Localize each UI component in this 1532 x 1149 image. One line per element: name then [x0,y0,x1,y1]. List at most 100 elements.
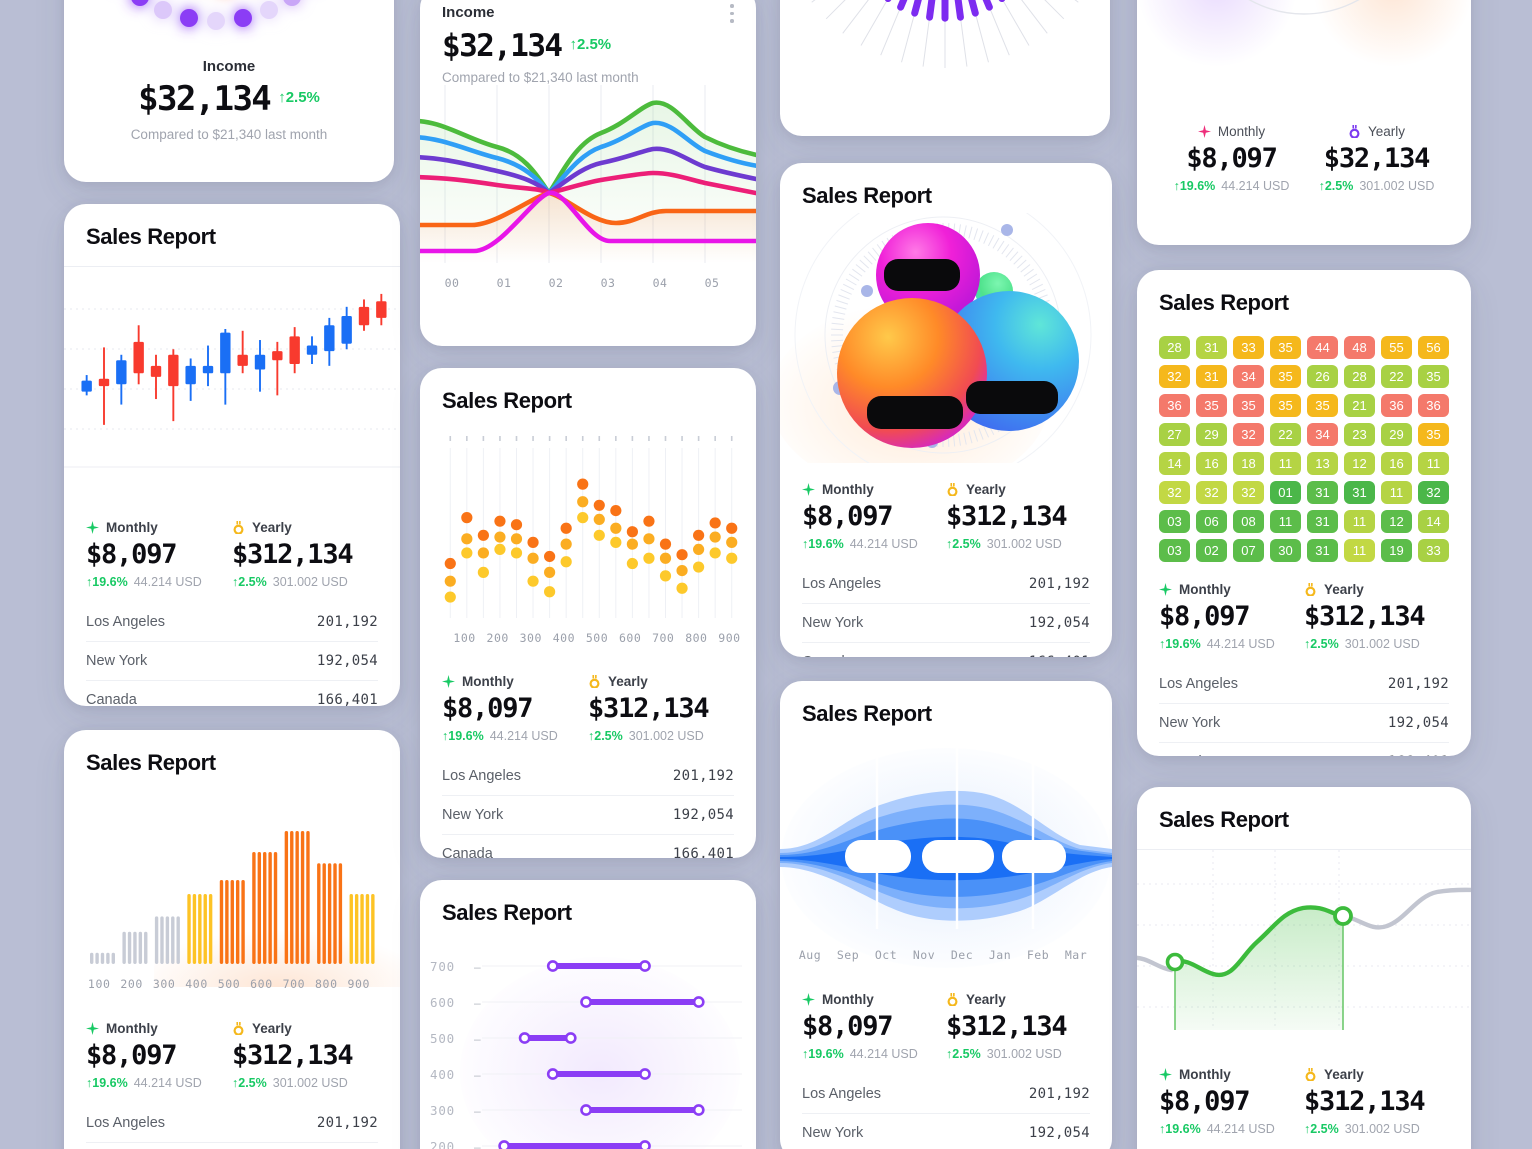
heatmap-cell[interactable]: 01 [1270,481,1301,504]
heatmap-cell[interactable]: 27 [1159,423,1190,446]
dumbbell-chart: 700–600–500–400–300–200–100– [420,942,756,1149]
heatmap-cell[interactable]: 06 [1196,510,1227,533]
heatmap-cell[interactable]: 12 [1381,510,1412,533]
stat-change: ↑2.5% [946,1047,981,1061]
heatmap-cell[interactable]: 19 [1381,539,1412,562]
x-tick: Dec [951,948,973,962]
heatmap-cell[interactable]: 31 [1196,365,1227,388]
heatmap-cell[interactable]: 02 [1196,539,1227,562]
heatmap-cell[interactable]: 03 [1159,510,1190,533]
heatmap-cell[interactable]: 11 [1270,510,1301,533]
heatmap-cell[interactable]: 12 [1344,452,1375,475]
card-income-lines: Income $32,134 ↑2.5% Compared to $21,340 … [420,0,756,346]
heatmap-cell[interactable]: 36 [1159,394,1190,417]
stat-label: Yearly [966,482,1006,497]
table-row: New York192,054 [442,795,734,834]
heatmap-cell[interactable]: 31 [1307,510,1338,533]
x-tick: 300 [520,631,542,645]
heatmap-cell[interactable]: 11 [1270,452,1301,475]
heatmap-cell[interactable]: 34 [1307,423,1338,446]
heatmap-cell[interactable]: 29 [1381,423,1412,446]
stats-block: Monthly $8,097 ↑19.6% 44.214 USD Yearly $… [780,468,1112,555]
medal-icon [1348,125,1361,139]
heatmap-cell[interactable]: 08 [1233,510,1264,533]
heatmap-cell[interactable]: 32 [1233,423,1264,446]
stat-change: ↑19.6% [86,575,128,589]
heatmap-cell[interactable]: 35 [1418,365,1449,388]
heatmap-cell[interactable]: 03 [1159,539,1190,562]
heatmap-cell[interactable]: 35 [1270,394,1301,417]
heatmap-cell[interactable]: 23 [1344,423,1375,446]
heatmap-cell[interactable]: 30 [1270,539,1301,562]
heatmap-cell[interactable]: 48 [1344,336,1375,359]
heatmap-cell[interactable]: 55 [1381,336,1412,359]
stat-sub: 301.002 USD [628,729,704,743]
table-row: New York192,054 [86,1142,378,1149]
heatmap-cell[interactable]: 16 [1196,452,1227,475]
heatmap-cell[interactable]: 31 [1307,539,1338,562]
heatmap-cell[interactable]: 35 [1307,394,1338,417]
stat-sub: 301.002 USD [986,537,1062,551]
heatmap-cell[interactable]: 33 [1233,336,1264,359]
gauge-stats-block: Monthly $8,097 ↑19.6% 44.214 USD Yearly $… [1137,122,1471,197]
card-sales-area: Sales Report Monthly $8,097 ↑19.6% 44.21… [1137,787,1471,1149]
heatmap-cell[interactable]: 35 [1270,336,1301,359]
bar-chart: 100 200 300 400 500 600 700 800 900 [64,792,400,1007]
heatmap-cell[interactable]: 35 [1233,394,1264,417]
stat-change: ↑2.5% [1318,179,1354,193]
income-label: Income [442,4,495,21]
heatmap-cell[interactable]: 22 [1381,365,1412,388]
heatmap-cell[interactable]: 33 [1418,539,1449,562]
stat-sub: 44.214 USD [133,1076,202,1090]
stat-sub: 44.214 USD [1206,1122,1275,1136]
heatmap-cell[interactable]: 56 [1418,336,1449,359]
heatmap-cell[interactable]: 14 [1159,452,1190,475]
heatmap-cell[interactable]: 32 [1418,481,1449,504]
stat-label: Monthly [1179,1067,1231,1082]
region-list: Los Angeles201,192 New York192,054 Canad… [780,1065,1112,1149]
heatmap-cell[interactable]: 14 [1418,510,1449,533]
stat-change: ↑2.5% [946,537,981,551]
heatmap-cell[interactable]: 35 [1196,394,1227,417]
heatmap-cell[interactable]: 32 [1159,481,1190,504]
heatmap-cell[interactable]: 32 [1159,365,1190,388]
stat-sub: 301.002 USD [1344,637,1420,651]
heatmap-cell[interactable]: 13 [1307,452,1338,475]
row-value: 201,192 [1028,576,1090,592]
burst-chart: 317 [780,0,1110,136]
heatmap-cell[interactable]: 36 [1418,394,1449,417]
heatmap-cell[interactable]: 31 [1344,481,1375,504]
table-row: Los Angeles 201,192 [802,1075,1090,1113]
heatmap-cell[interactable]: 35 [1270,365,1301,388]
heatmap-cell[interactable]: 21 [1344,394,1375,417]
heatmap-cell[interactable]: 32 [1196,481,1227,504]
heatmap-cell[interactable]: 31 [1307,481,1338,504]
heatmap-cell[interactable]: 11 [1344,539,1375,562]
x-tick: 500 [586,631,608,645]
heatmap-cell[interactable]: 31 [1196,336,1227,359]
x-tick: 05 [705,276,720,290]
heatmap-cell[interactable]: 07 [1233,539,1264,562]
table-row: New York192,054 [1159,703,1449,742]
heatmap-cell[interactable]: 29 [1196,423,1227,446]
stat-change: ↑2.5% [1304,637,1339,651]
card-radial-burst: 317 [780,0,1110,136]
kebab-menu-icon[interactable] [730,4,734,27]
heatmap-cell[interactable]: 11 [1418,452,1449,475]
heatmap-cell[interactable]: 44 [1307,336,1338,359]
heatmap-cell[interactable]: 28 [1159,336,1190,359]
heatmap-cell[interactable]: 36 [1381,394,1412,417]
stat-yearly: Yearly $312,134 ↑2.5% 301.002 USD [232,520,378,589]
heatmap-cell[interactable]: 16 [1381,452,1412,475]
heatmap-cell[interactable]: 18 [1233,452,1264,475]
heatmap-cell[interactable]: 34 [1233,365,1264,388]
heatmap-cell[interactable]: 11 [1381,481,1412,504]
heatmap-cell[interactable]: 28 [1344,365,1375,388]
heatmap-cell[interactable]: 26 [1307,365,1338,388]
heatmap-cell[interactable]: 32 [1233,481,1264,504]
heatmap-cell[interactable]: 35 [1418,423,1449,446]
heatmap-cell[interactable]: 11 [1344,510,1375,533]
stat-label: Monthly [462,674,514,689]
stream-svg: Aug Sep Oct Nov Dec Jan Feb Mar [780,743,1112,968]
heatmap-cell[interactable]: 22 [1270,423,1301,446]
